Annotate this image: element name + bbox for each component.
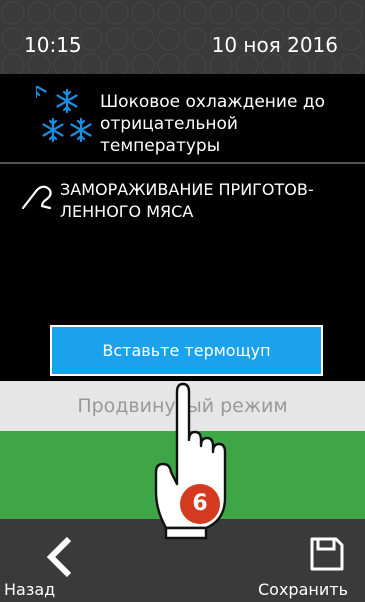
divider [0, 162, 365, 164]
step-badge: 6 [180, 484, 220, 524]
snowflake-icon [36, 86, 92, 143]
save-icon[interactable] [309, 536, 345, 572]
save-label[interactable]: Сохранить [258, 580, 348, 599]
clock-time: 10:15 [24, 33, 82, 57]
back-label[interactable]: Назад [4, 580, 55, 599]
probe-icon [21, 185, 52, 210]
insert-probe-button[interactable]: Вставьте термощуп [50, 325, 323, 376]
program-title: Шоковое охлаждение до отрицательной темп… [100, 92, 325, 156]
back-arrow-icon[interactable] [43, 535, 75, 579]
cycle-name: ЗАМОРАЖИВАНИЕ ПРИГОТОВ-ЛЕННОГО МЯСА [60, 180, 314, 221]
current-date: 10 ноя 2016 [211, 33, 338, 57]
